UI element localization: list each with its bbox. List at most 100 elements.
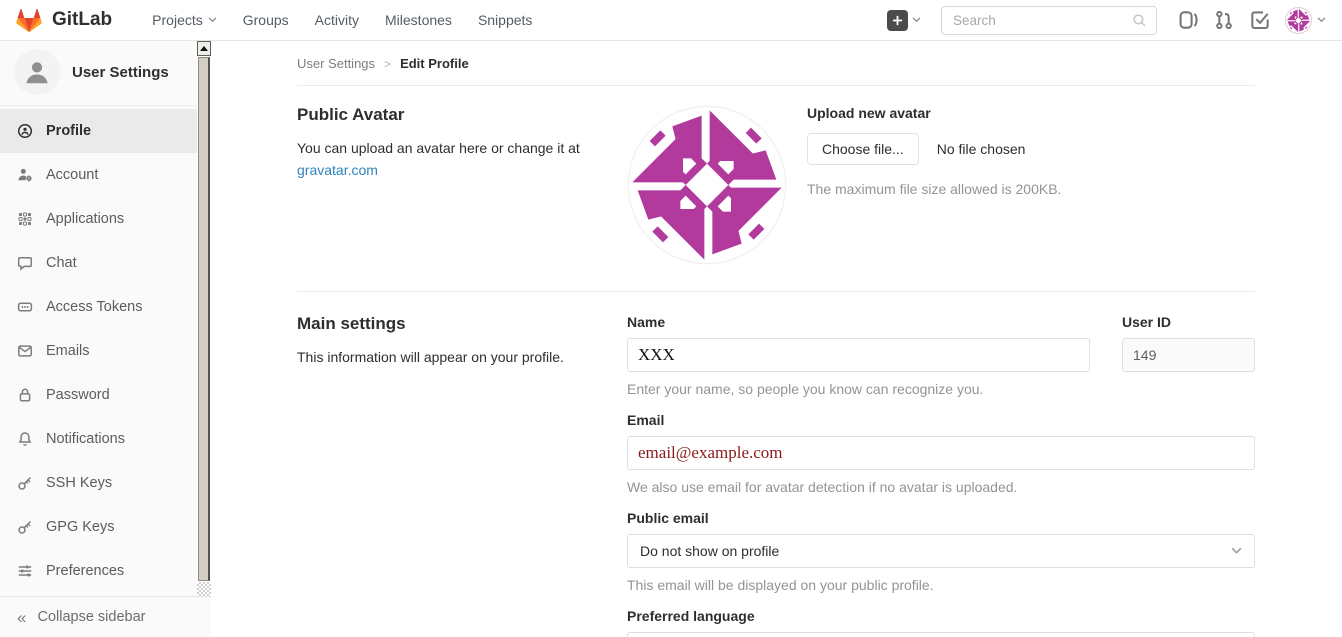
- gitlab-tanuki-icon: [16, 8, 42, 33]
- main-settings-section: Main settings This information will appe…: [297, 292, 1255, 637]
- sidebar-item-label: Emails: [46, 343, 90, 359]
- email-help-text: We also use email for avatar detection i…: [627, 479, 1255, 495]
- public-email-help-text: This email will be displayed on your pub…: [627, 577, 1255, 593]
- preferences-icon: [17, 563, 33, 579]
- search-input[interactable]: [951, 12, 1132, 29]
- sidebar-header: User Settings: [0, 41, 211, 106]
- avatar-description-text: You can upload an avatar here or change …: [297, 140, 580, 156]
- upload-new-avatar-label: Upload new avatar: [807, 105, 1255, 121]
- user-settings-avatar-icon: [14, 49, 60, 95]
- top-header: GitLab Projects Groups Activity Mileston…: [0, 0, 1342, 41]
- sidebar-item-applications[interactable]: Applications: [0, 197, 211, 241]
- top-nav: Projects Groups Activity Milestones Snip…: [140, 4, 544, 36]
- scrollbar-track[interactable]: [197, 582, 211, 597]
- user-menu[interactable]: [1285, 7, 1326, 34]
- search-icon: [1132, 13, 1147, 28]
- max-file-size-note: The maximum file size allowed is 200KB.: [807, 181, 1255, 197]
- name-label: Name: [627, 314, 1090, 330]
- sidebar-item-profile[interactable]: Profile: [0, 109, 211, 153]
- public-email-select[interactable]: Do not show on profile: [627, 534, 1255, 568]
- profile-avatar-image: [627, 105, 787, 265]
- scrollbar-up-button[interactable]: [197, 41, 211, 56]
- nav-groups[interactable]: Groups: [231, 4, 301, 36]
- password-icon: [17, 387, 33, 403]
- sidebar-item-label: Access Tokens: [46, 299, 142, 315]
- todos-icon[interactable]: [1249, 9, 1271, 31]
- public-email-selected-value: Do not show on profile: [640, 543, 779, 559]
- chat-icon: [17, 255, 33, 271]
- sidebar-item-password[interactable]: Password: [0, 373, 211, 417]
- collapse-sidebar-label: Collapse sidebar: [37, 609, 145, 625]
- sidebar-nav: Profile Account Applications: [0, 106, 211, 593]
- sidebar-item-label: SSH Keys: [46, 475, 112, 491]
- chevron-down-icon: [1231, 547, 1242, 555]
- sidebar-title: User Settings: [72, 64, 169, 81]
- no-file-chosen-text: No file chosen: [937, 141, 1026, 157]
- public-avatar-heading: Public Avatar: [297, 105, 607, 125]
- breadcrumb-separator: >: [384, 57, 391, 71]
- sidebar-item-label: Preferences: [46, 563, 124, 579]
- nav-projects[interactable]: Projects: [140, 4, 229, 36]
- name-input[interactable]: [627, 338, 1090, 372]
- plus-icon: [887, 10, 908, 31]
- notifications-icon: [17, 431, 33, 447]
- sidebar-item-gpg-keys[interactable]: GPG Keys: [0, 505, 211, 549]
- sidebar-item-label: Password: [46, 387, 110, 403]
- email-label: Email: [627, 412, 1255, 428]
- settings-sidebar: User Settings Profile Account: [0, 41, 211, 637]
- gravatar-link[interactable]: gravatar.com: [297, 162, 378, 178]
- main-settings-heading: Main settings: [297, 314, 627, 334]
- preferred-language-label: Preferred language: [627, 608, 1255, 624]
- sidebar-item-chat[interactable]: Chat: [0, 241, 211, 285]
- choose-file-button[interactable]: Choose file...: [807, 133, 919, 165]
- search-box: [941, 6, 1157, 35]
- gpg-keys-icon: [17, 519, 33, 535]
- main-settings-description: This information will appear on your pro…: [297, 347, 589, 369]
- scrollbar-thumb[interactable]: [198, 57, 210, 581]
- sidebar-item-preferences[interactable]: Preferences: [0, 549, 211, 593]
- public-email-label: Public email: [627, 510, 1255, 526]
- sidebar-item-emails[interactable]: Emails: [0, 329, 211, 373]
- header-actions: [887, 6, 1326, 35]
- nav-activity[interactable]: Activity: [303, 4, 371, 36]
- main-settings-form: Name Enter your name, so people you know…: [627, 314, 1255, 637]
- access-tokens-icon: [17, 299, 33, 315]
- emails-icon: [17, 343, 33, 359]
- gitlab-logo[interactable]: GitLab: [16, 8, 112, 33]
- sidebar-item-label: Notifications: [46, 431, 125, 447]
- merge-requests-icon[interactable]: [1213, 9, 1235, 31]
- issues-icon[interactable]: [1177, 9, 1199, 31]
- sidebar-item-ssh-keys[interactable]: SSH Keys: [0, 461, 211, 505]
- user-avatar: [1285, 7, 1312, 34]
- ssh-keys-icon: [17, 475, 33, 491]
- double-chevron-left-icon: «: [17, 609, 26, 626]
- sidebar-item-notifications[interactable]: Notifications: [0, 417, 211, 461]
- main-content: User Settings > Edit Profile Public Avat…: [211, 41, 1342, 637]
- breadcrumb-user-settings[interactable]: User Settings: [297, 56, 375, 71]
- sidebar-scrollbar[interactable]: [197, 41, 211, 597]
- sidebar-item-label: Chat: [46, 255, 77, 271]
- user-id-label: User ID: [1122, 314, 1255, 330]
- caret-down-icon: [1317, 17, 1326, 23]
- user-id-input: [1122, 338, 1255, 372]
- breadcrumb: User Settings > Edit Profile: [297, 41, 1255, 86]
- file-upload-row: Choose file... No file chosen: [807, 133, 1255, 165]
- nav-snippets[interactable]: Snippets: [466, 4, 544, 36]
- sidebar-item-account[interactable]: Account: [0, 153, 211, 197]
- sidebar-item-label: Profile: [46, 123, 91, 139]
- public-avatar-description: You can upload an avatar here or change …: [297, 138, 589, 181]
- logo-text: GitLab: [52, 9, 112, 31]
- new-menu-button[interactable]: [887, 10, 921, 31]
- breadcrumb-current: Edit Profile: [400, 56, 469, 71]
- nav-milestones[interactable]: Milestones: [373, 4, 464, 36]
- collapse-sidebar-button[interactable]: « Collapse sidebar: [0, 596, 211, 637]
- caret-down-icon: [208, 17, 217, 23]
- preferred-language-select[interactable]: [627, 632, 1255, 637]
- caret-down-icon: [912, 17, 921, 23]
- email-input[interactable]: [627, 436, 1255, 470]
- applications-icon: [17, 211, 33, 227]
- sidebar-item-access-tokens[interactable]: Access Tokens: [0, 285, 211, 329]
- account-icon: [17, 167, 33, 183]
- sidebar-item-label: Applications: [46, 211, 124, 227]
- name-help-text: Enter your name, so people you know can …: [627, 381, 1090, 397]
